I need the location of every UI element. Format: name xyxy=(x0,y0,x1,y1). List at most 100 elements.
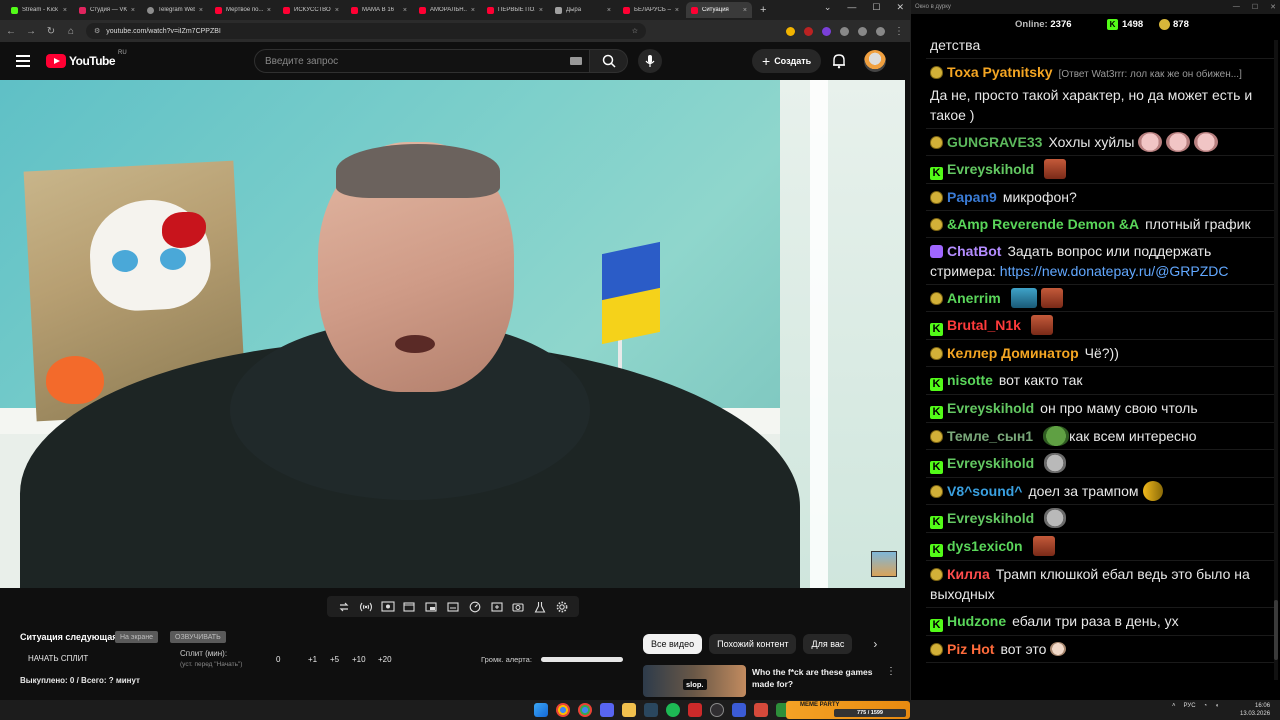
home-icon[interactable]: ⌂ xyxy=(66,26,76,37)
chat-username[interactable]: Evreyskihold xyxy=(947,510,1034,526)
site-info-icon[interactable]: ⚙ xyxy=(94,27,100,35)
chip-all-videos[interactable]: Все видео xyxy=(643,634,703,654)
app-icon[interactable] xyxy=(732,703,746,717)
chevron-right-icon[interactable]: › xyxy=(873,637,877,651)
browser-tab[interactable]: БЕЛАРУСЬ — × xyxy=(618,2,684,18)
browser-tab[interactable]: Студия — VK × xyxy=(74,2,140,18)
split-add-10-button[interactable]: +10 xyxy=(352,655,366,664)
video-player[interactable] xyxy=(0,80,905,588)
search-button[interactable] xyxy=(590,49,628,73)
chat-username[interactable]: ChatBot xyxy=(947,243,1001,259)
tab-close-icon[interactable]: × xyxy=(403,7,407,14)
picture-in-picture-icon[interactable] xyxy=(424,600,438,614)
tab-close-icon[interactable]: × xyxy=(63,7,67,14)
tab-close-icon[interactable]: × xyxy=(471,7,475,14)
tab-close-icon[interactable]: × xyxy=(675,7,679,14)
hamburger-menu-icon[interactable] xyxy=(16,55,30,67)
tab-search-icon[interactable]: ⌄ xyxy=(824,2,832,13)
tab-close-icon[interactable]: × xyxy=(743,7,747,14)
notifications-button[interactable] xyxy=(830,52,848,70)
new-tab-button[interactable]: + xyxy=(760,4,766,16)
browser-tab[interactable]: АМОРАЛЬН... × xyxy=(414,2,480,18)
input-language[interactable]: РУС xyxy=(1184,703,1196,709)
recommended-video-thumbnail[interactable]: slop. xyxy=(643,665,746,697)
split-add-20-button[interactable]: +20 xyxy=(378,655,392,664)
chat-username[interactable]: Evreyskihold xyxy=(947,455,1034,471)
maximize-button[interactable]: ☐ xyxy=(1252,3,1258,11)
search-input[interactable] xyxy=(254,49,590,73)
browser-tab[interactable]: Telegram Web × xyxy=(142,2,208,18)
chat-username[interactable]: Hudzone xyxy=(947,613,1006,629)
discord-icon[interactable] xyxy=(600,703,614,717)
extension-icon[interactable] xyxy=(822,26,831,36)
youtube-logo[interactable]: YouTube RU xyxy=(46,50,127,68)
add-clip-icon[interactable] xyxy=(490,600,504,614)
browser-tab[interactable]: ИСКУССТВО × xyxy=(278,2,344,18)
keyboard-icon[interactable] xyxy=(570,57,582,65)
reload-icon[interactable]: ↻ xyxy=(46,26,56,37)
voice-toggle[interactable]: ОЗВУЧИВАТЬ xyxy=(170,631,226,643)
extension-icon[interactable] xyxy=(804,26,813,36)
close-button[interactable]: ✕ xyxy=(896,2,904,13)
minimize-button[interactable]: — xyxy=(1233,3,1240,11)
split-add-1-button[interactable]: +1 xyxy=(308,655,317,664)
chat-username[interactable]: Килла xyxy=(947,566,990,582)
tab-close-icon[interactable]: × xyxy=(199,7,203,14)
puzzle-icon[interactable] xyxy=(840,26,849,36)
chat-username[interactable]: V8^sound^ xyxy=(947,483,1022,499)
bookmark-star-icon[interactable]: ☆ xyxy=(632,27,638,35)
camera-icon[interactable] xyxy=(511,600,525,614)
film-icon[interactable] xyxy=(402,600,416,614)
speedometer-icon[interactable] xyxy=(468,600,482,614)
browser-tab[interactable]: Дыра × xyxy=(550,2,616,18)
tab-close-icon[interactable]: × xyxy=(131,7,135,14)
recommended-video-title[interactable]: Who the f*ck are these games made for? xyxy=(752,666,877,690)
chip-for-you[interactable]: Для вас xyxy=(803,634,853,654)
flask-icon[interactable] xyxy=(533,600,547,614)
donate-link[interactable]: https://new.donatepay.ru/@GRPZDC xyxy=(1000,263,1229,279)
volume-icon[interactable]: ◖ xyxy=(1215,703,1219,709)
more-options-icon[interactable]: ⋮ xyxy=(886,666,896,677)
forward-icon[interactable]: → xyxy=(26,26,36,37)
url-field[interactable]: ⚙ youtube.com/watch?v=iIZm7CPPZBI ☆ xyxy=(86,23,646,39)
windows-start-icon[interactable] xyxy=(534,703,548,717)
chat-username[interactable]: dys1exic0n xyxy=(947,538,1023,554)
kebab-menu-icon[interactable]: ⋮ xyxy=(894,26,904,37)
meme-party-widget[interactable]: MEME PARTY 775 / 1599 xyxy=(786,701,910,719)
channel-watermark[interactable] xyxy=(871,551,897,577)
browser-tab[interactable]: Мертвое по... × xyxy=(210,2,276,18)
clock[interactable]: 16:06 13.03.2026 xyxy=(1240,702,1270,718)
alert-volume-slider[interactable] xyxy=(541,657,623,662)
tab-close-icon[interactable]: × xyxy=(539,7,543,14)
subtitles-icon[interactable] xyxy=(446,600,460,614)
chat-username[interactable]: Evreyskihold xyxy=(947,161,1034,177)
browser-tab[interactable]: ПЕРВЫЕ ПО... × xyxy=(482,2,548,18)
close-button[interactable]: ✕ xyxy=(1270,3,1276,11)
maximize-button[interactable]: ☐ xyxy=(872,2,880,13)
steam-icon[interactable] xyxy=(644,703,658,717)
chat-username[interactable]: Келлер Доминатор xyxy=(947,345,1079,361)
folder-icon[interactable] xyxy=(622,703,636,717)
audio-waves-icon[interactable] xyxy=(359,600,373,614)
settings-gear-icon[interactable] xyxy=(555,600,569,614)
browser-tab[interactable]: МАМА В 16 × xyxy=(346,2,412,18)
obs-icon[interactable] xyxy=(710,703,724,717)
eye-screen-icon[interactable] xyxy=(380,600,395,614)
on-screen-toggle[interactable]: На экране xyxy=(115,631,159,643)
app-icon[interactable] xyxy=(754,703,768,717)
create-button[interactable]: + Создать xyxy=(752,49,822,73)
chat-username[interactable]: Brutal_N1k xyxy=(947,317,1021,333)
extension-icon[interactable] xyxy=(786,26,795,36)
chrome-icon[interactable] xyxy=(578,703,592,717)
chat-username[interactable]: Papan9 xyxy=(947,189,997,205)
chip-similar[interactable]: Похожий контент xyxy=(709,634,797,654)
avatar[interactable] xyxy=(864,50,886,72)
chat-username[interactable]: Piz Hot xyxy=(947,641,994,657)
spotify-icon[interactable] xyxy=(666,703,680,717)
profile-icon[interactable] xyxy=(876,26,885,36)
browser-tab[interactable]: Stream - Kick × xyxy=(6,2,72,18)
loop-icon[interactable] xyxy=(337,600,351,614)
chat-scrollbar[interactable] xyxy=(1274,40,1278,680)
voice-search-button[interactable] xyxy=(638,49,662,73)
split-add-5-button[interactable]: +5 xyxy=(330,655,339,664)
